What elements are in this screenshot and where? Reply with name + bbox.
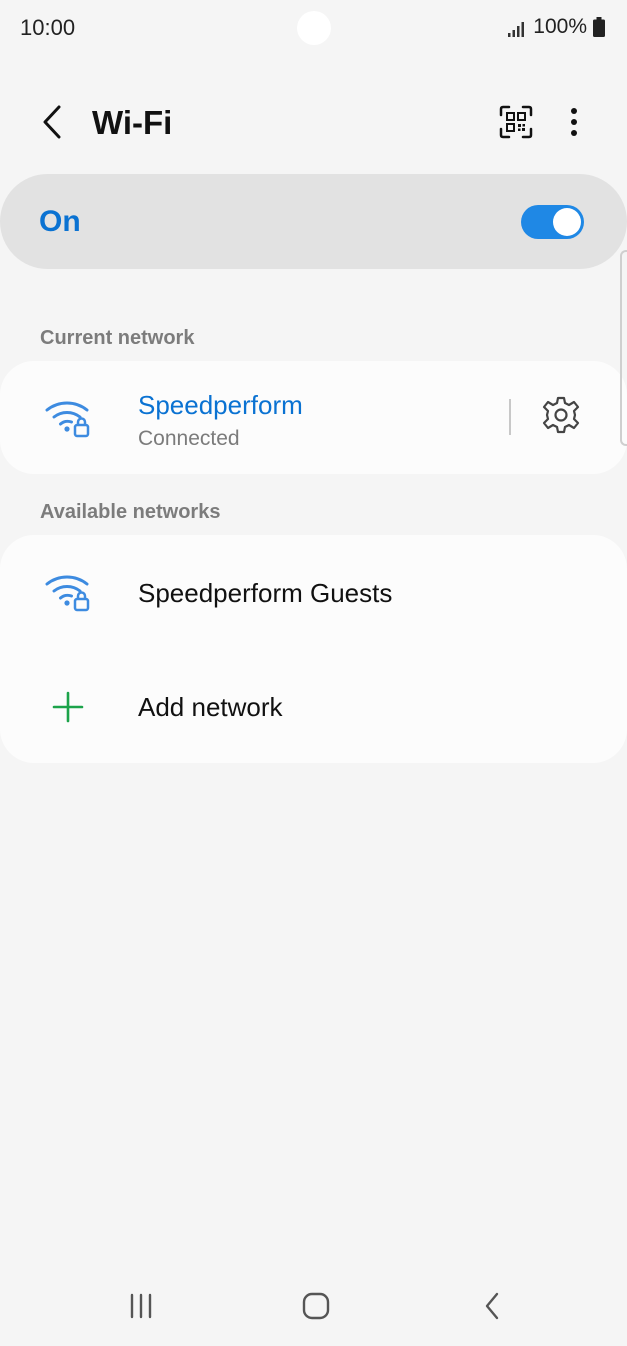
divider [509, 399, 511, 435]
back-button[interactable] [30, 102, 74, 146]
gear-icon [541, 395, 581, 440]
wifi-locked-icon [44, 397, 94, 439]
battery-percentage: 100% [533, 15, 587, 38]
current-network-status: Connected [138, 427, 240, 450]
recent-apps-button[interactable] [119, 1288, 163, 1328]
page-title: Wi-Fi [92, 104, 173, 141]
qr-scan-button[interactable] [494, 102, 538, 146]
nav-back-button[interactable] [470, 1288, 514, 1328]
available-networks-card: Speedperform Guests Add network [0, 535, 627, 763]
qr-code-icon [499, 105, 533, 144]
status-time: 10:00 [20, 15, 76, 40]
wifi-state-label: On [39, 205, 81, 238]
wifi-locked-icon [44, 571, 94, 613]
battery-icon [593, 17, 605, 37]
home-button[interactable] [294, 1288, 338, 1328]
nav-back-icon [482, 1291, 502, 1326]
wifi-master-switch-row[interactable]: On [0, 174, 627, 269]
add-network-button[interactable]: Add network [0, 649, 627, 763]
add-network-label: Add network [138, 692, 283, 722]
back-arrow-icon [40, 104, 64, 145]
network-settings-button[interactable] [538, 394, 584, 440]
scroll-indicator[interactable] [620, 250, 627, 446]
home-icon [301, 1291, 331, 1326]
network-name: Speedperform Guests [138, 578, 393, 608]
status-indicators: 100% [507, 14, 605, 40]
current-network-card: Speedperform Connected [0, 361, 627, 474]
more-options-button[interactable] [552, 102, 596, 146]
signal-icon [507, 19, 527, 37]
plus-icon [52, 691, 84, 723]
current-network-header: Current network [40, 327, 195, 349]
status-bar: 10:00 100% [0, 0, 627, 56]
app-bar: Wi-Fi [0, 88, 627, 158]
current-network-name[interactable]: Speedperform [138, 390, 303, 421]
toggle-knob [553, 208, 581, 236]
wifi-toggle-switch[interactable] [521, 205, 584, 239]
available-networks-header: Available networks [40, 501, 221, 523]
list-item[interactable]: Speedperform Guests [0, 535, 627, 649]
more-vertical-icon [570, 107, 578, 142]
system-nav-bar [0, 1270, 627, 1346]
recent-apps-icon [127, 1293, 155, 1324]
camera-cutout [297, 11, 331, 45]
